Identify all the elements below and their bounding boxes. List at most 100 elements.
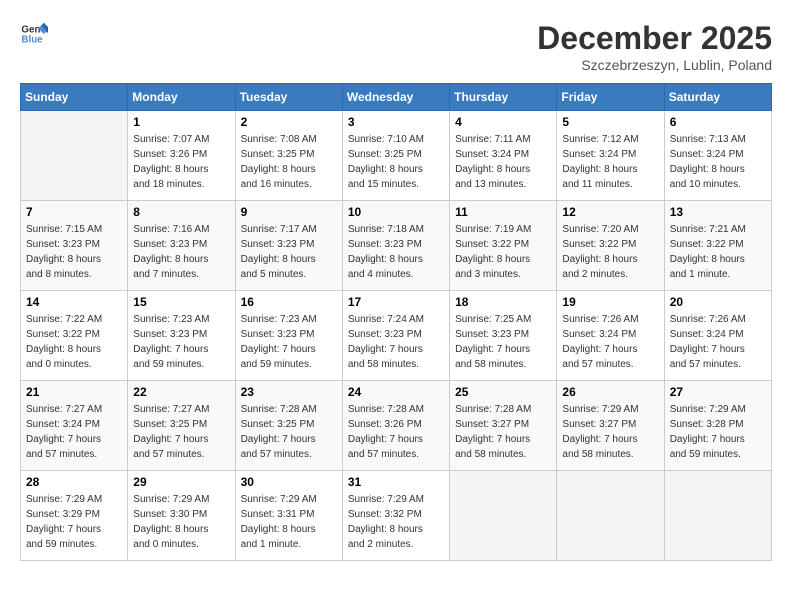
day-number: 10 bbox=[348, 205, 444, 219]
calendar-cell bbox=[450, 471, 557, 561]
day-number: 29 bbox=[133, 475, 229, 489]
day-info: Sunrise: 7:29 AM Sunset: 3:32 PM Dayligh… bbox=[348, 492, 444, 552]
day-info: Sunrise: 7:16 AM Sunset: 3:23 PM Dayligh… bbox=[133, 222, 229, 282]
calendar-header-friday: Friday bbox=[557, 84, 664, 111]
calendar-header-saturday: Saturday bbox=[664, 84, 771, 111]
calendar-cell: 14 Sunrise: 7:22 AM Sunset: 3:22 PM Dayli… bbox=[21, 291, 128, 381]
calendar-cell: 22 Sunrise: 7:27 AM Sunset: 3:25 PM Dayli… bbox=[128, 381, 235, 471]
day-number: 19 bbox=[562, 295, 658, 309]
day-number: 6 bbox=[670, 115, 766, 129]
day-number: 24 bbox=[348, 385, 444, 399]
day-info: Sunrise: 7:23 AM Sunset: 3:23 PM Dayligh… bbox=[133, 312, 229, 372]
day-number: 12 bbox=[562, 205, 658, 219]
day-info: Sunrise: 7:29 AM Sunset: 3:30 PM Dayligh… bbox=[133, 492, 229, 552]
calendar-header-wednesday: Wednesday bbox=[342, 84, 449, 111]
day-info: Sunrise: 7:27 AM Sunset: 3:24 PM Dayligh… bbox=[26, 402, 122, 462]
day-number: 4 bbox=[455, 115, 551, 129]
day-number: 31 bbox=[348, 475, 444, 489]
day-info: Sunrise: 7:25 AM Sunset: 3:23 PM Dayligh… bbox=[455, 312, 551, 372]
day-number: 21 bbox=[26, 385, 122, 399]
day-number: 20 bbox=[670, 295, 766, 309]
svg-text:Blue: Blue bbox=[21, 34, 43, 45]
day-info: Sunrise: 7:29 AM Sunset: 3:28 PM Dayligh… bbox=[670, 402, 766, 462]
day-info: Sunrise: 7:21 AM Sunset: 3:22 PM Dayligh… bbox=[670, 222, 766, 282]
day-number: 5 bbox=[562, 115, 658, 129]
calendar-week-row: 1 Sunrise: 7:07 AM Sunset: 3:26 PM Daylig… bbox=[21, 111, 772, 201]
calendar-cell: 3 Sunrise: 7:10 AM Sunset: 3:25 PM Daylig… bbox=[342, 111, 449, 201]
calendar-cell: 19 Sunrise: 7:26 AM Sunset: 3:24 PM Dayli… bbox=[557, 291, 664, 381]
calendar-cell: 13 Sunrise: 7:21 AM Sunset: 3:22 PM Dayli… bbox=[664, 201, 771, 291]
day-info: Sunrise: 7:13 AM Sunset: 3:24 PM Dayligh… bbox=[670, 132, 766, 192]
calendar-cell bbox=[21, 111, 128, 201]
day-info: Sunrise: 7:11 AM Sunset: 3:24 PM Dayligh… bbox=[455, 132, 551, 192]
day-info: Sunrise: 7:29 AM Sunset: 3:27 PM Dayligh… bbox=[562, 402, 658, 462]
calendar-table: SundayMondayTuesdayWednesdayThursdayFrid… bbox=[20, 83, 772, 561]
day-info: Sunrise: 7:17 AM Sunset: 3:23 PM Dayligh… bbox=[241, 222, 337, 282]
day-number: 11 bbox=[455, 205, 551, 219]
calendar-cell: 16 Sunrise: 7:23 AM Sunset: 3:23 PM Dayli… bbox=[235, 291, 342, 381]
day-info: Sunrise: 7:27 AM Sunset: 3:25 PM Dayligh… bbox=[133, 402, 229, 462]
calendar-cell: 1 Sunrise: 7:07 AM Sunset: 3:26 PM Daylig… bbox=[128, 111, 235, 201]
day-info: Sunrise: 7:18 AM Sunset: 3:23 PM Dayligh… bbox=[348, 222, 444, 282]
calendar-cell: 12 Sunrise: 7:20 AM Sunset: 3:22 PM Dayli… bbox=[557, 201, 664, 291]
logo-icon: General Blue bbox=[20, 20, 48, 48]
calendar-header-thursday: Thursday bbox=[450, 84, 557, 111]
day-number: 22 bbox=[133, 385, 229, 399]
calendar-cell: 30Sunrise: 7:29 AM Sunset: 3:31 PM Dayli… bbox=[235, 471, 342, 561]
calendar-week-row: 7Sunrise: 7:15 AM Sunset: 3:23 PM Daylig… bbox=[21, 201, 772, 291]
calendar-cell: 24 Sunrise: 7:28 AM Sunset: 3:26 PM Dayli… bbox=[342, 381, 449, 471]
title-block: December 2025 Szczebrzeszyn, Lublin, Pol… bbox=[537, 20, 772, 73]
month-title: December 2025 bbox=[537, 20, 772, 57]
day-number: 15 bbox=[133, 295, 229, 309]
calendar-cell: 26Sunrise: 7:29 AM Sunset: 3:27 PM Dayli… bbox=[557, 381, 664, 471]
calendar-cell: 27 Sunrise: 7:29 AM Sunset: 3:28 PM Dayli… bbox=[664, 381, 771, 471]
day-number: 30 bbox=[241, 475, 337, 489]
day-number: 17 bbox=[348, 295, 444, 309]
location: Szczebrzeszyn, Lublin, Poland bbox=[537, 57, 772, 73]
day-number: 18 bbox=[455, 295, 551, 309]
calendar-cell: 29 Sunrise: 7:29 AM Sunset: 3:30 PM Dayli… bbox=[128, 471, 235, 561]
day-info: Sunrise: 7:26 AM Sunset: 3:24 PM Dayligh… bbox=[562, 312, 658, 372]
calendar-cell: 8 Sunrise: 7:16 AM Sunset: 3:23 PM Daylig… bbox=[128, 201, 235, 291]
calendar-header-row: SundayMondayTuesdayWednesdayThursdayFrid… bbox=[21, 84, 772, 111]
calendar-cell: 5Sunrise: 7:12 AM Sunset: 3:24 PM Daylig… bbox=[557, 111, 664, 201]
day-info: Sunrise: 7:08 AM Sunset: 3:25 PM Dayligh… bbox=[241, 132, 337, 192]
calendar-cell: 4 Sunrise: 7:11 AM Sunset: 3:24 PM Daylig… bbox=[450, 111, 557, 201]
calendar-cell: 15 Sunrise: 7:23 AM Sunset: 3:23 PM Dayli… bbox=[128, 291, 235, 381]
day-number: 16 bbox=[241, 295, 337, 309]
day-info: Sunrise: 7:07 AM Sunset: 3:26 PM Dayligh… bbox=[133, 132, 229, 192]
day-info: Sunrise: 7:23 AM Sunset: 3:23 PM Dayligh… bbox=[241, 312, 337, 372]
calendar-cell: 17 Sunrise: 7:24 AM Sunset: 3:23 PM Dayli… bbox=[342, 291, 449, 381]
calendar-cell: 6 Sunrise: 7:13 AM Sunset: 3:24 PM Daylig… bbox=[664, 111, 771, 201]
calendar-header-sunday: Sunday bbox=[21, 84, 128, 111]
day-info: Sunrise: 7:24 AM Sunset: 3:23 PM Dayligh… bbox=[348, 312, 444, 372]
day-info: Sunrise: 7:10 AM Sunset: 3:25 PM Dayligh… bbox=[348, 132, 444, 192]
day-info: Sunrise: 7:20 AM Sunset: 3:22 PM Dayligh… bbox=[562, 222, 658, 282]
day-info: Sunrise: 7:28 AM Sunset: 3:26 PM Dayligh… bbox=[348, 402, 444, 462]
calendar-cell: 21 Sunrise: 7:27 AM Sunset: 3:24 PM Dayli… bbox=[21, 381, 128, 471]
calendar-cell: 11 Sunrise: 7:19 AM Sunset: 3:22 PM Dayli… bbox=[450, 201, 557, 291]
calendar-cell: 31 Sunrise: 7:29 AM Sunset: 3:32 PM Dayli… bbox=[342, 471, 449, 561]
calendar-cell: 18 Sunrise: 7:25 AM Sunset: 3:23 PM Dayli… bbox=[450, 291, 557, 381]
page-header: General Blue December 2025 Szczebrzeszyn… bbox=[20, 20, 772, 73]
logo: General Blue bbox=[20, 20, 48, 48]
calendar-cell: 25Sunrise: 7:28 AM Sunset: 3:27 PM Dayli… bbox=[450, 381, 557, 471]
day-number: 8 bbox=[133, 205, 229, 219]
calendar-week-row: 28Sunrise: 7:29 AM Sunset: 3:29 PM Dayli… bbox=[21, 471, 772, 561]
calendar-cell: 23Sunrise: 7:28 AM Sunset: 3:25 PM Dayli… bbox=[235, 381, 342, 471]
calendar-week-row: 14 Sunrise: 7:22 AM Sunset: 3:22 PM Dayli… bbox=[21, 291, 772, 381]
day-number: 13 bbox=[670, 205, 766, 219]
day-info: Sunrise: 7:19 AM Sunset: 3:22 PM Dayligh… bbox=[455, 222, 551, 282]
day-info: Sunrise: 7:22 AM Sunset: 3:22 PM Dayligh… bbox=[26, 312, 122, 372]
day-info: Sunrise: 7:29 AM Sunset: 3:29 PM Dayligh… bbox=[26, 492, 122, 552]
day-number: 14 bbox=[26, 295, 122, 309]
day-info: Sunrise: 7:26 AM Sunset: 3:24 PM Dayligh… bbox=[670, 312, 766, 372]
calendar-cell: 28Sunrise: 7:29 AM Sunset: 3:29 PM Dayli… bbox=[21, 471, 128, 561]
day-number: 27 bbox=[670, 385, 766, 399]
day-number: 2 bbox=[241, 115, 337, 129]
calendar-header-tuesday: Tuesday bbox=[235, 84, 342, 111]
calendar-header-monday: Monday bbox=[128, 84, 235, 111]
day-number: 25 bbox=[455, 385, 551, 399]
day-number: 3 bbox=[348, 115, 444, 129]
day-number: 1 bbox=[133, 115, 229, 129]
